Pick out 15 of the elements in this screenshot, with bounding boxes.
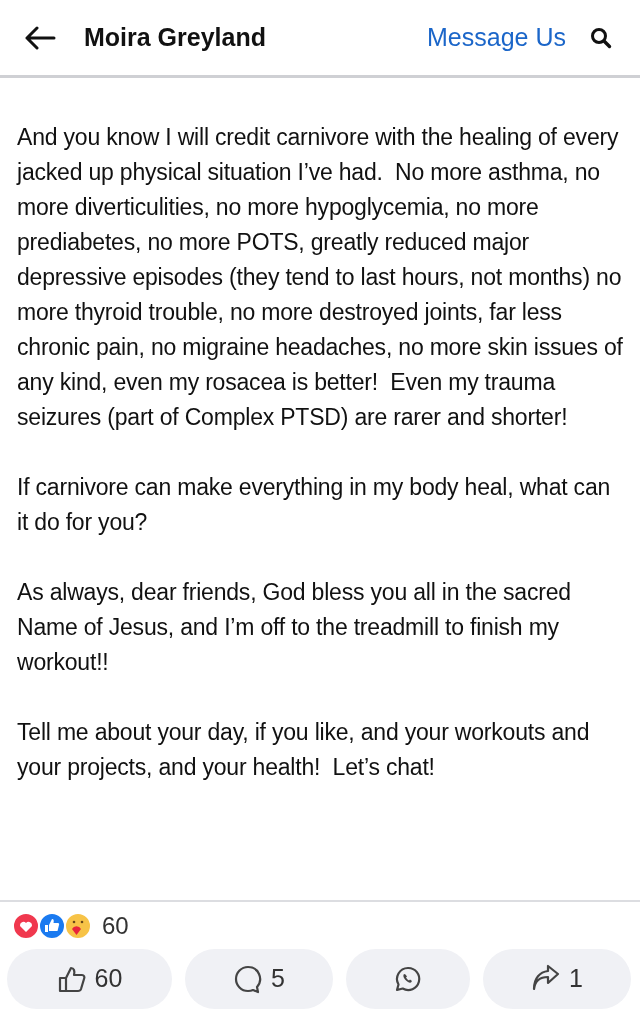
thumbs-up-icon [56,964,87,994]
speech-bubble-icon [233,964,264,994]
post-paragraph: As always, dear friends, God bless you all in the sacred Name of Jesus, and I’m off to the treadmill to finish my workout!! [17,578,572,677]
post-paragraph: If carnivore can make everything in my body heal, what can it do for you? [17,473,612,537]
share-button[interactable]: 1 [483,949,631,1009]
post-paragraph: And you know I will credit carnivore with the healing of every jacked up physical situation I’ve had. No more asthma, no more diverticulities, no more hypoglycemia, no more prediabetes, no more POTS, greatly reduced major depressive episodes (they tend to last hours, not months) no more thyroid trouble, no more destroyed joints, far less chronic pain, no migraine headaches, no more skin issues of any kind, even my rosacea is better! Even my trauma seizures (part of Complex PTSD) are rarer and shorter! [17,123,623,432]
comment-button[interactable]: 5 [185,949,333,1009]
whatsapp-icon [394,965,422,993]
post-paragraph: Tell me about your day, if you like, and your workouts and your projects, and your health! Let’s chat! [17,718,591,782]
search-icon[interactable] [590,26,612,49]
like-button[interactable]: 60 [7,949,172,1009]
page-title: Moira Greyland [84,21,266,53]
message-us-link[interactable]: Message Us [427,18,566,57]
reaction-count: 60 [102,911,129,941]
back-arrow-icon[interactable] [24,25,56,50]
